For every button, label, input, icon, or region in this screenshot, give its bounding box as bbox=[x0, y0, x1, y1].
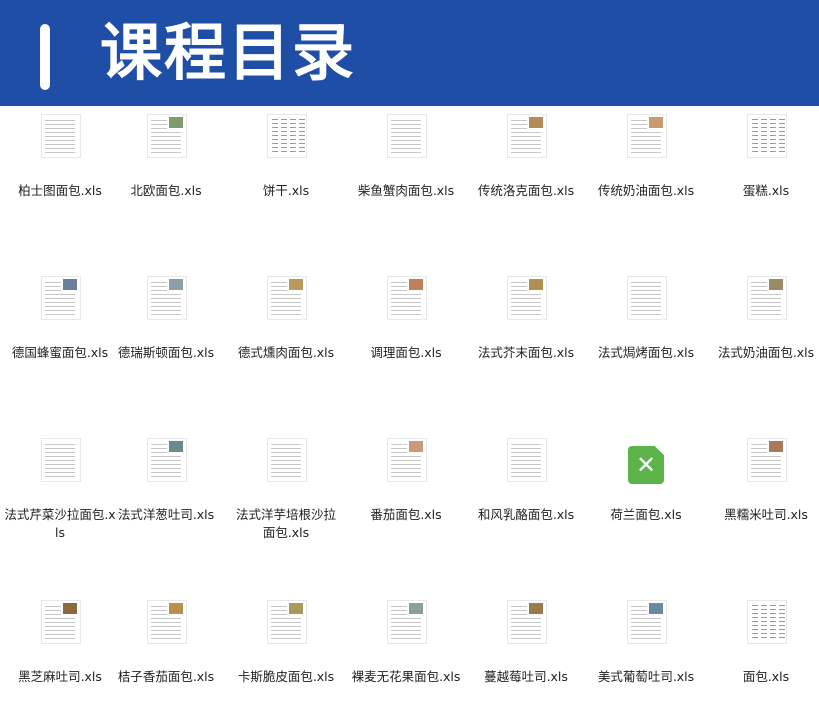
file-name-label: 传统奶油面包.xls bbox=[597, 183, 695, 198]
file-name-label: 荷兰面包.xls bbox=[610, 507, 682, 522]
spreadsheet-thumbnail-icon bbox=[387, 600, 427, 644]
spreadsheet-thumbnail-icon bbox=[387, 276, 427, 320]
file-name-label: 德瑞斯顿面包.xls bbox=[117, 345, 215, 360]
spreadsheet-thumbnail-icon bbox=[147, 438, 187, 482]
spreadsheet-thumbnail-icon bbox=[507, 114, 547, 158]
spreadsheet-thumbnail-icon bbox=[41, 114, 81, 158]
spreadsheet-thumbnail-icon bbox=[627, 276, 667, 320]
file-name-label: 蔓越莓吐司.xls bbox=[484, 669, 568, 684]
spreadsheet-thumbnail-icon bbox=[41, 438, 81, 482]
spreadsheet-thumbnail-icon bbox=[267, 438, 307, 482]
file-name-label: 法式焗烤面包.xls bbox=[597, 345, 695, 360]
file-name-label: 美式葡萄吐司.xls bbox=[597, 669, 695, 684]
spreadsheet-thumbnail-icon bbox=[147, 600, 187, 644]
file-name-label: 卡斯脆皮面包.xls bbox=[237, 669, 335, 684]
spreadsheet-thumbnail-icon bbox=[267, 276, 307, 320]
spreadsheet-thumbnail-icon bbox=[747, 276, 787, 320]
page-title: 课程目录 bbox=[100, 16, 357, 89]
spreadsheet-thumbnail-icon bbox=[267, 114, 307, 158]
spreadsheet-thumbnail-icon bbox=[41, 276, 81, 320]
spreadsheet-thumbnail-icon bbox=[747, 114, 787, 158]
file-name-label: 柴鱼蟹肉面包.xls bbox=[357, 183, 455, 198]
spreadsheet-thumbnail-icon bbox=[747, 438, 787, 482]
spreadsheet-thumbnail-icon bbox=[507, 438, 547, 482]
file-name-label: 番茄面包.xls bbox=[370, 507, 442, 522]
file-name-label: 法式洋芋培根沙拉面包.xls bbox=[235, 507, 336, 540]
spreadsheet-thumbnail-icon bbox=[747, 600, 787, 644]
file-name-label: 传统洛克面包.xls bbox=[477, 183, 575, 198]
file-grid: 柏士图面包.xls 北欧面包.xls 饼干.xls 柴鱼蟹肉面包.xls 传统洛克面包.… bbox=[0, 106, 819, 701]
file-name-label: 柏士图面包.xls bbox=[18, 183, 102, 198]
spreadsheet-thumbnail-icon bbox=[147, 114, 187, 158]
file-name-label: 法式洋葱吐司.xls bbox=[117, 507, 215, 522]
file-name-label: 法式芹菜沙拉面包.xls bbox=[4, 507, 116, 540]
spreadsheet-thumbnail-icon bbox=[267, 600, 307, 644]
spreadsheet-thumbnail-icon bbox=[147, 276, 187, 320]
header-banner: 课程目录 bbox=[0, 0, 819, 106]
spreadsheet-thumbnail-icon bbox=[387, 438, 427, 482]
file-name-label: 裸麦无花果面包.xls bbox=[351, 669, 461, 684]
spreadsheet-thumbnail-icon bbox=[507, 600, 547, 644]
file-name-label: 桔子香茄面包.xls bbox=[117, 669, 215, 684]
file-name-label: 德式燻肉面包.xls bbox=[237, 345, 335, 360]
spreadsheet-thumbnail-icon bbox=[627, 114, 667, 158]
file-name-label: 法式奶油面包.xls bbox=[717, 345, 815, 360]
file-name-label: 和风乳酪面包.xls bbox=[477, 507, 575, 522]
file-name-label: 蛋糕.xls bbox=[742, 183, 790, 198]
spreadsheet-thumbnail-icon bbox=[507, 276, 547, 320]
spreadsheet-thumbnail-icon bbox=[41, 600, 81, 644]
file-name-label: 法式芥末面包.xls bbox=[477, 345, 575, 360]
spreadsheet-thumbnail-icon bbox=[387, 114, 427, 158]
file-name-label: 北欧面包.xls bbox=[130, 183, 202, 198]
file-name-label: 黑糯米吐司.xls bbox=[724, 507, 808, 522]
file-name-label: 面包.xls bbox=[742, 669, 790, 684]
excel-file-icon: ✕ bbox=[628, 446, 664, 484]
spreadsheet-thumbnail-icon bbox=[627, 600, 667, 644]
file-name-label: 德国蜂蜜面包.xls bbox=[11, 345, 109, 360]
file-name-label: 饼干.xls bbox=[262, 183, 310, 198]
file-name-label: 黑芝麻吐司.xls bbox=[18, 669, 102, 684]
banner-accent-bar bbox=[40, 24, 50, 90]
file-name-label: 调理面包.xls bbox=[370, 345, 442, 360]
